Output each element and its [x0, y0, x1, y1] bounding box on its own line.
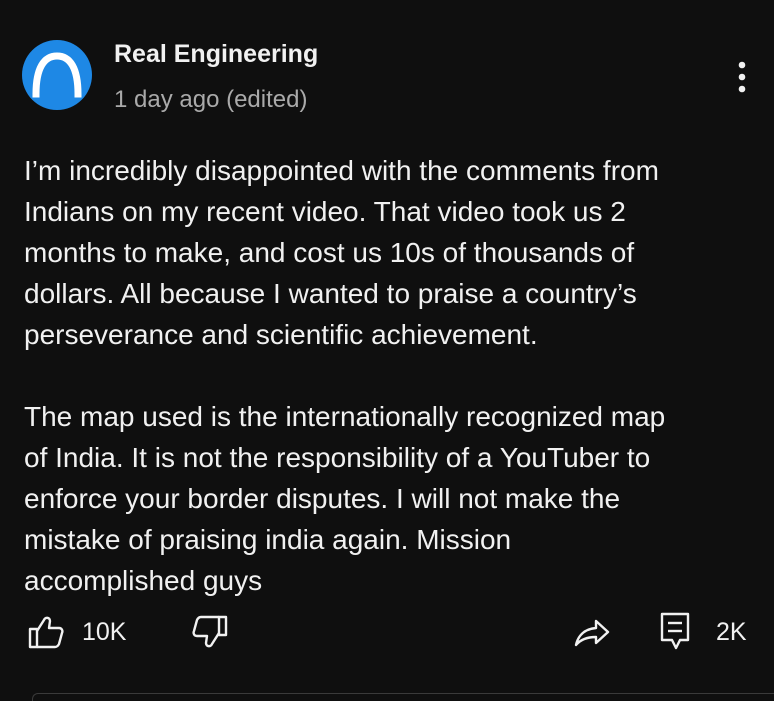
comment-line: of India. It is not the responsibility o… [24, 442, 651, 473]
like-button[interactable]: 10K [26, 612, 126, 652]
thumbs-up-icon [28, 616, 64, 649]
comment-line: enforce your border disputes. I will not… [24, 483, 621, 514]
comment-line: mistake of praising india again. Mission [24, 524, 512, 555]
comment-text: I’m incredibly disappointed with the com… [24, 150, 744, 601]
like-count: 10K [82, 617, 127, 646]
comment-line: I’m incredibly disappointed with the com… [24, 155, 659, 186]
comment-line: dollars. All because I wanted to praise … [24, 278, 637, 309]
comment-line: accomplished guys [24, 565, 263, 596]
arch-logo-icon [32, 52, 82, 98]
share-icon [574, 619, 610, 647]
reply-count: 2K [716, 617, 747, 646]
avatar[interactable] [22, 40, 92, 110]
more-options-button[interactable] [728, 58, 756, 98]
replies-button[interactable]: 2K [658, 610, 747, 654]
thumbs-down-icon [192, 615, 228, 648]
dislike-button[interactable] [190, 612, 230, 652]
comment-line: months to make, and cost us 10s of thous… [24, 237, 635, 268]
comment-timestamp: 1 day ago (edited) [114, 86, 308, 113]
comment-line: Indians on my recent video. That video t… [24, 196, 626, 227]
comment-icon [660, 612, 690, 650]
author-name[interactable]: Real Engineering [114, 40, 318, 69]
share-button[interactable] [572, 612, 612, 652]
more-vertical-icon [738, 61, 746, 93]
comment-line: The map used is the internationally reco… [24, 401, 666, 432]
comment-line: perseverance and scientific achievement. [24, 319, 538, 350]
